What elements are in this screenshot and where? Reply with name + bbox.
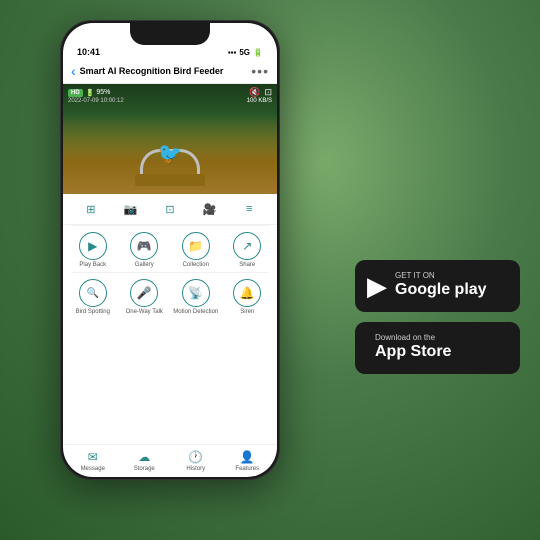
siren-label: Siren <box>240 309 254 316</box>
google-play-icon: ▶ <box>367 271 387 302</box>
mute-icon: 🔇 <box>249 87 260 98</box>
feeder-tray <box>135 174 205 186</box>
phone-frame: 10:41 ▪▪▪ 5G 🔋 ‹ Smart AI Recognition Bi… <box>60 20 280 480</box>
talk-icon: 🎤 <box>130 279 158 307</box>
battery-icon-video: 🔋 <box>86 89 95 97</box>
motion-label: Motion Detection <box>173 309 218 316</box>
features-label: Features <box>235 466 259 472</box>
action-talk[interactable]: 🎤 One-Way Talk <box>119 279 169 316</box>
battery-info: 🔋 95% <box>86 89 111 97</box>
history-icon: 🕐 <box>188 450 203 464</box>
ctrl-camera[interactable]: 📷 <box>119 198 141 220</box>
more-button[interactable]: ••• <box>251 63 269 79</box>
battery-icon: 🔋 <box>253 48 263 57</box>
video-timestamp: 2022-07-09 10:00:12 <box>68 98 124 104</box>
video-top-bar: HD 🔋 95% 🔇 ⊡ <box>68 87 272 98</box>
ctrl-screenshot[interactable]: ⊡ <box>159 198 181 220</box>
collection-icon: 📁 <box>182 232 210 260</box>
back-button[interactable]: ‹ <box>71 63 76 79</box>
bird: 🐦 <box>158 141 183 166</box>
action-siren[interactable]: 🔔 Siren <box>222 279 272 316</box>
google-play-name-label: Google play <box>395 280 487 299</box>
google-play-sub-label: GET IT ON <box>395 272 487 280</box>
action-collection[interactable]: 📁 Collection <box>171 232 221 269</box>
video-area[interactable]: HD 🔋 95% 🔇 ⊡ 2022-07-09 10:00:12 100 KB/… <box>63 84 277 194</box>
share-icon: ↗ <box>233 232 261 260</box>
actions-row-2: 🔍 Bird Spotting 🎤 One-Way Talk 📡 Motion … <box>63 273 277 319</box>
phone-notch <box>130 23 210 45</box>
app-store-sub-label: Download on the <box>375 334 451 342</box>
gallery-icon: 🎮 <box>130 232 158 260</box>
google-play-button[interactable]: ▶ GET IT ON Google play <box>355 260 520 312</box>
message-label: Message <box>81 466 105 472</box>
ctrl-video[interactable]: 🎥 <box>199 198 221 220</box>
playback-icon: ▶ <box>79 232 107 260</box>
status-icons: ▪▪▪ 5G 🔋 <box>228 48 263 57</box>
collection-label: Collection <box>183 262 209 269</box>
ctrl-expand[interactable]: ⊞ <box>80 198 102 220</box>
action-share[interactable]: ↗ Share <box>222 232 272 269</box>
app-store-name-label: App Store <box>375 342 451 361</box>
battery-percent: 95% <box>96 89 110 96</box>
share-label: Share <box>239 262 255 269</box>
nav-message[interactable]: ✉ Message <box>70 450 115 472</box>
app-store-button[interactable]: Download on the App Store <box>355 322 520 374</box>
google-play-text: GET IT ON Google play <box>395 272 487 299</box>
playback-label: Play Back <box>79 262 106 269</box>
bird-spotting-label: Bird Spotting <box>76 309 110 316</box>
message-icon: ✉ <box>88 450 98 464</box>
nav-history[interactable]: 🕐 History <box>173 450 218 472</box>
app-store-text: Download on the App Store <box>375 334 451 361</box>
app-title: Smart AI Recognition Bird Feeder <box>80 66 248 76</box>
action-bird-spotting[interactable]: 🔍 Bird Spotting <box>68 279 118 316</box>
network-type: 5G <box>239 48 250 57</box>
signal-icon: ▪▪▪ <box>228 48 237 57</box>
bird-spotting-icon: 🔍 <box>79 279 107 307</box>
action-motion[interactable]: 📡 Motion Detection <box>171 279 221 316</box>
storage-icon: ☁ <box>138 450 150 464</box>
ctrl-menu[interactable]: ≡ <box>238 198 260 220</box>
hd-badge: HD <box>68 89 83 97</box>
history-label: History <box>186 466 205 472</box>
action-playback[interactable]: ▶ Play Back <box>68 232 118 269</box>
phone-screen: 10:41 ▪▪▪ 5G 🔋 ‹ Smart AI Recognition Bi… <box>63 23 277 477</box>
app-header: ‹ Smart AI Recognition Bird Feeder ••• <box>63 59 277 84</box>
fullscreen-icon: ⊡ <box>264 87 272 98</box>
phone-wrapper: 10:41 ▪▪▪ 5G 🔋 ‹ Smart AI Recognition Bi… <box>60 20 280 480</box>
storage-label: Storage <box>134 466 155 472</box>
motion-icon: 📡 <box>182 279 210 307</box>
siren-icon: 🔔 <box>233 279 261 307</box>
store-buttons-container: ▶ GET IT ON Google play Download on the … <box>355 260 520 374</box>
features-icon: 👤 <box>240 450 255 464</box>
gallery-label: Gallery <box>135 262 154 269</box>
video-icons: 🔇 ⊡ <box>249 87 272 98</box>
bottom-nav: ✉ Message ☁ Storage 🕐 History 👤 Features <box>63 444 277 477</box>
talk-label: One-Way Talk <box>126 309 163 316</box>
controls-row: ⊞ 📷 ⊡ 🎥 ≡ <box>63 194 277 225</box>
status-time: 10:41 <box>77 47 100 57</box>
action-gallery[interactable]: 🎮 Gallery <box>119 232 169 269</box>
nav-storage[interactable]: ☁ Storage <box>122 450 167 472</box>
actions-row-1: ▶ Play Back 🎮 Gallery 📁 Collection ↗ Sha… <box>63 226 277 272</box>
video-speed: 100 KB/S <box>247 98 272 104</box>
bird-feeder: 🐦 <box>63 114 277 194</box>
nav-features[interactable]: 👤 Features <box>225 450 270 472</box>
